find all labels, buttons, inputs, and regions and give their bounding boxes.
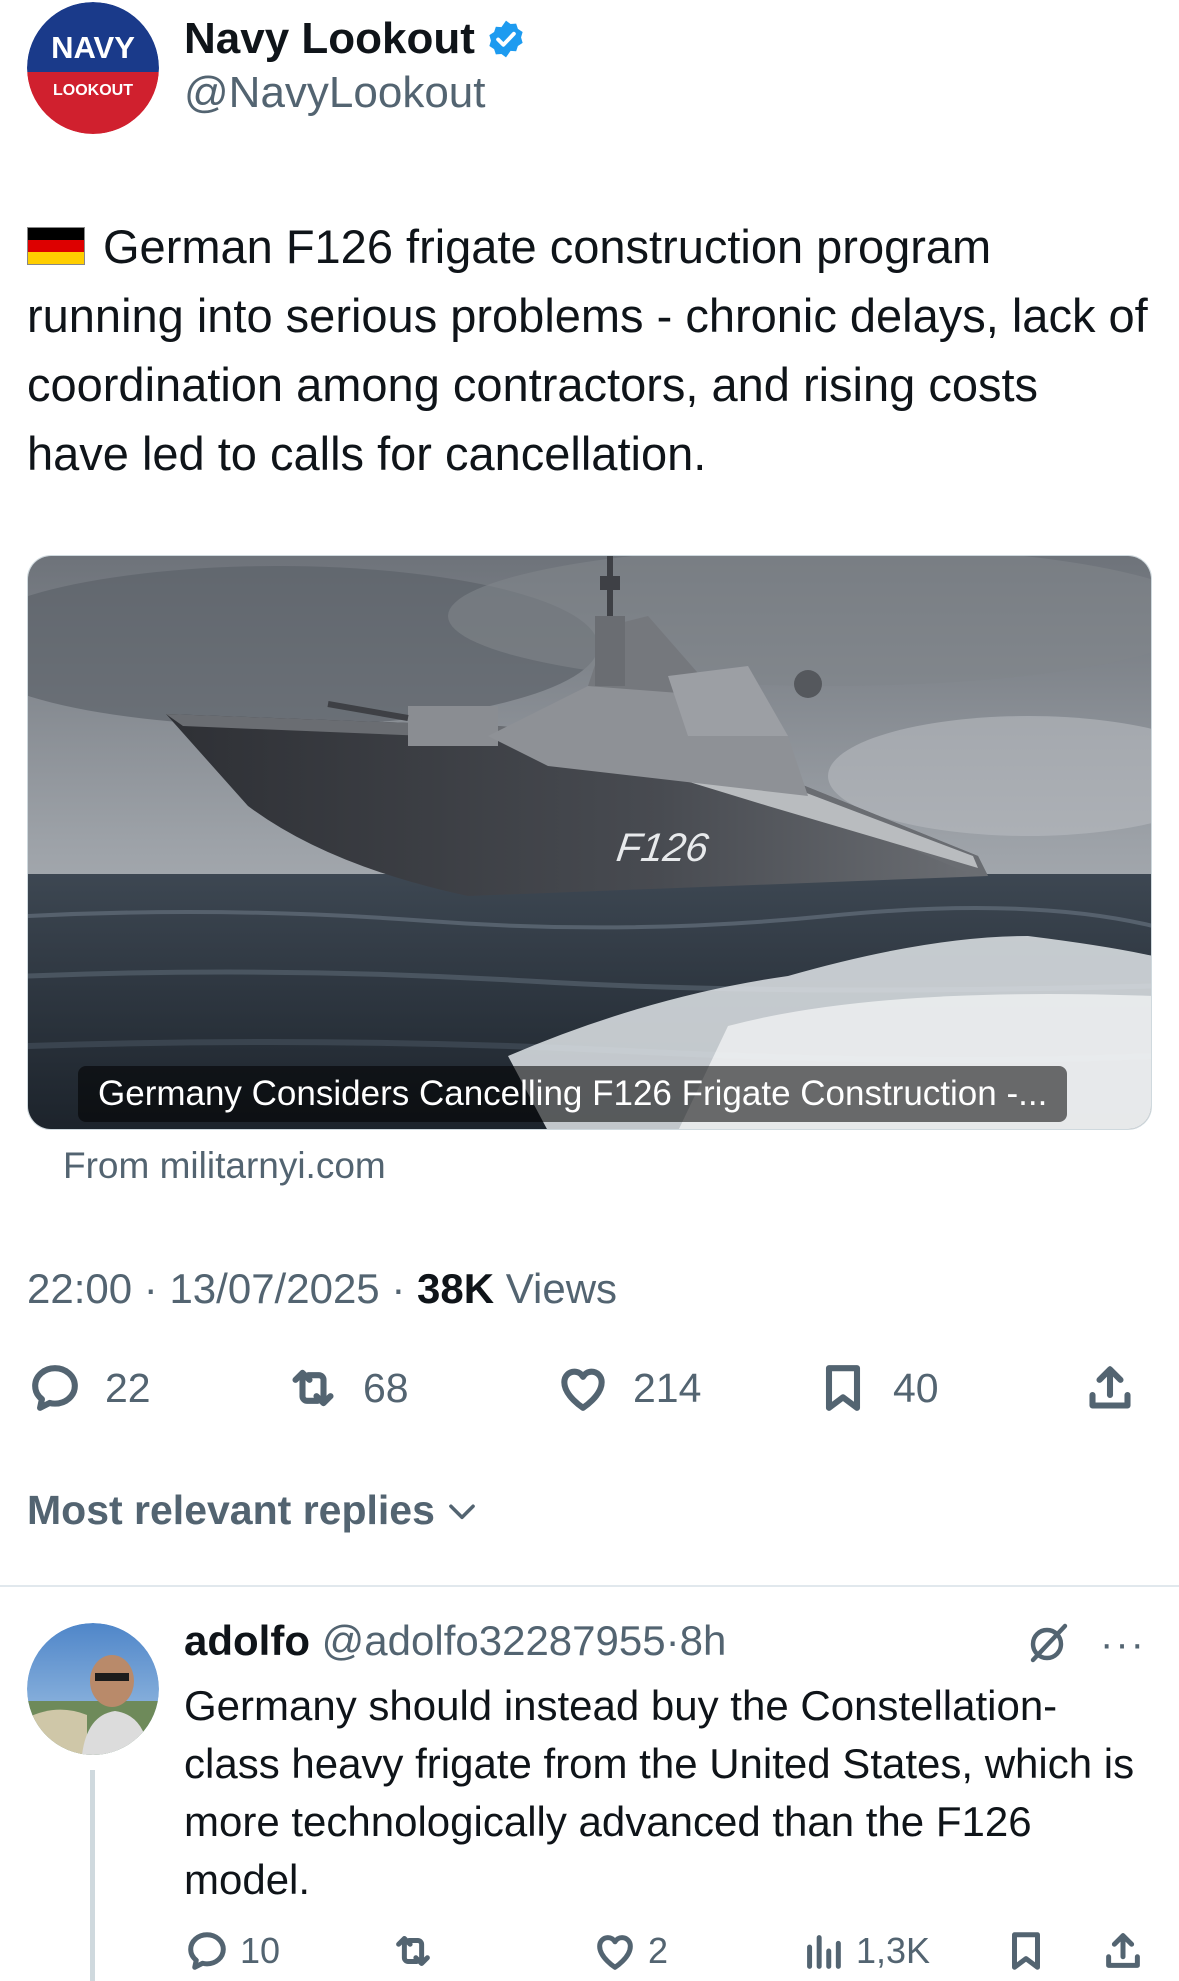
replies-sort-dropdown[interactable]: Most relevant replies [27,1487,481,1534]
card-source[interactable]: From militarnyi.com [63,1145,386,1187]
bookmark-icon [1012,1932,1040,1970]
bookmark-icon [825,1365,861,1411]
reply-repost-button[interactable] [390,1928,436,1974]
reply-reply-button[interactable]: 10 [184,1928,280,1974]
reply-header: adolfo @adolfo32287955·8h [184,1617,726,1665]
reply-like-count: 2 [648,1930,669,1971]
share-icon [1106,1933,1140,1968]
reply-time[interactable]: 8h [680,1617,727,1664]
author-handle[interactable]: @NavyLookout [184,68,486,118]
reply-separator: · [665,1617,680,1664]
replies-sort-label: Most relevant replies [27,1487,435,1533]
tweet-body: German F126 frigate construction program… [27,220,1148,480]
share-button[interactable] [1082,1360,1138,1416]
author-avatar[interactable]: NAVY LOOKOUT [27,2,159,134]
reply-author-handle[interactable]: @adolfo32287955 [322,1617,666,1664]
reply-like-button[interactable]: 2 [592,1928,668,1974]
reply-share-button[interactable] [1100,1928,1146,1974]
like-count: 214 [633,1364,702,1411]
tweet-text: German F126 frigate construction program… [27,212,1152,488]
more-options-icon[interactable]: ··· [1100,1622,1146,1667]
bookmark-button[interactable]: 40 [815,1360,939,1416]
avatar-text-lookout: LOOKOUT [53,82,133,99]
reply-avatar[interactable] [27,1623,159,1755]
post-time[interactable]: 22:00 [27,1265,132,1312]
views-label: Views [505,1265,618,1312]
grok-button[interactable] [1025,1618,1073,1671]
verified-badge-icon [489,20,523,58]
chevron-down-icon [449,1504,475,1519]
heart-icon [597,1935,633,1970]
reply-reply-count: 10 [240,1930,281,1971]
views-icon [807,1935,841,1969]
post-meta: 22:00 · 13/07/2025 · 38K Views [27,1265,617,1313]
link-card[interactable]: F126 Germany Considers Cancelling F126 F… [27,555,1152,1130]
meta-separator: · [391,1265,406,1312]
reply-text: Germany should instead buy the Constella… [184,1682,1135,1903]
reply-views-count: 1,3K [856,1930,931,1971]
views-count: 38K [417,1265,495,1312]
reply-button[interactable]: 22 [27,1360,151,1416]
thread-line [90,1770,95,1981]
repost-count: 68 [363,1364,409,1411]
germany-flag-icon [27,226,85,265]
frigate-image: F126 [28,556,1151,1129]
reply-icon [32,1365,78,1411]
reply-count: 22 [105,1364,151,1411]
reply-bookmark-button[interactable] [1003,1928,1049,1974]
repost-icon [396,1936,430,1966]
avatar-text-navy: NAVY [51,30,135,65]
repost-icon [292,1369,334,1407]
reply-author-name[interactable]: adolfo [184,1617,310,1664]
author-name[interactable]: Navy Lookout [184,14,475,64]
post-date[interactable]: 13/07/2025 [169,1265,379,1312]
reply-icon [188,1932,226,1970]
like-button[interactable]: 214 [555,1360,701,1416]
repost-button[interactable]: 68 [285,1360,409,1416]
share-icon [1089,1366,1131,1409]
meta-separator: · [143,1265,158,1312]
grok-icon [1030,1623,1068,1663]
divider [0,1585,1179,1587]
author-name-row[interactable]: Navy Lookout [184,14,527,64]
heart-icon [561,1368,605,1411]
bookmark-count: 40 [893,1364,939,1411]
reply-views-button[interactable]: 1,3K [800,1928,930,1974]
card-caption[interactable]: Germany Considers Cancelling F126 Frigat… [78,1066,1068,1122]
hull-number-label: F126 [614,825,712,870]
